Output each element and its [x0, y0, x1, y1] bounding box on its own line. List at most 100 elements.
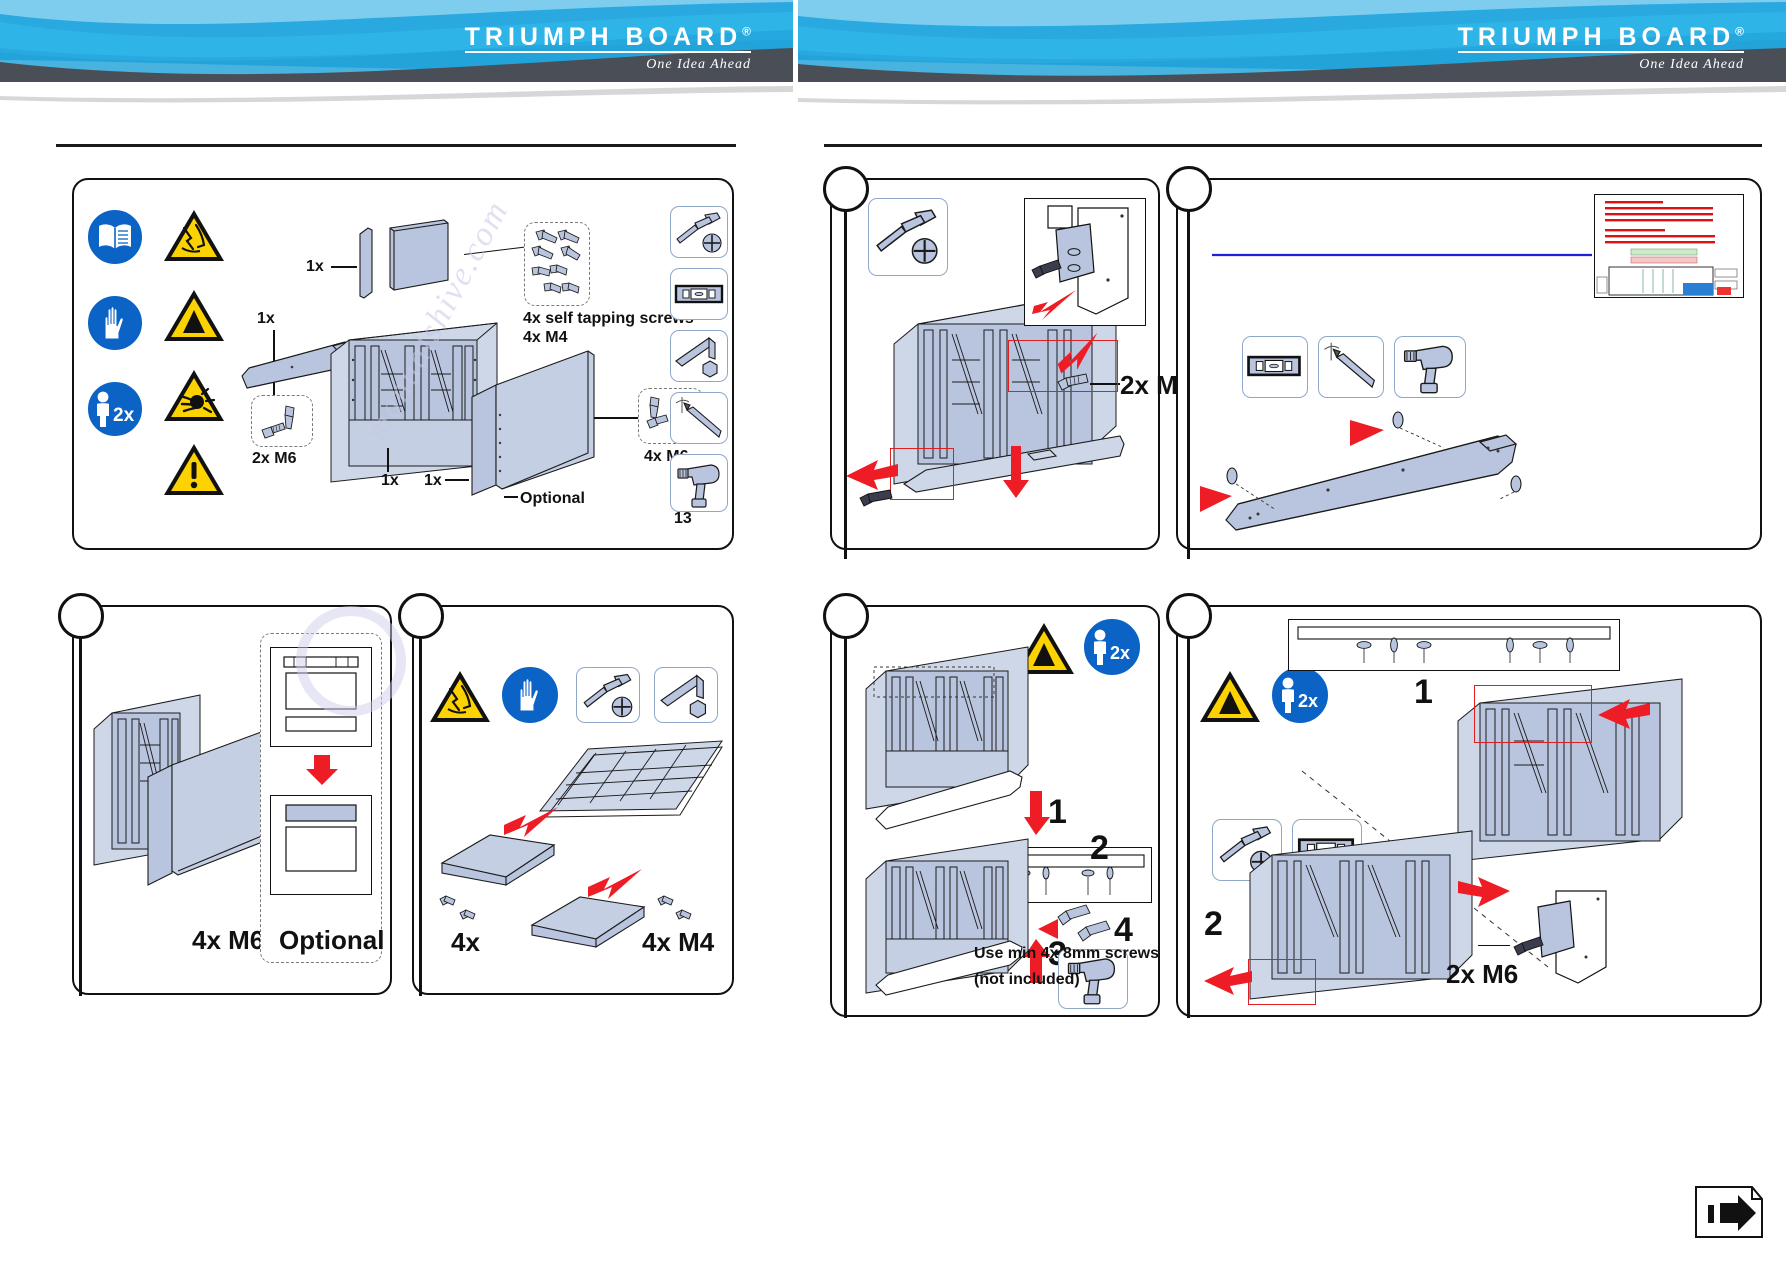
screw-bottom-left [859, 489, 893, 507]
pinch-point-warning-icon [162, 368, 226, 429]
warning-triangle-glyph [164, 370, 224, 421]
frame-flat-drawing [538, 740, 723, 818]
leader-m6 [594, 417, 640, 419]
leader-optional [504, 496, 518, 498]
phillips-screwdriver-icon [676, 212, 722, 253]
step-bubble-2 [1166, 166, 1212, 212]
blue-divider-line [1212, 253, 1592, 257]
step-stem-3 [844, 636, 847, 1018]
assembly-arrow-red-upper [504, 807, 558, 837]
self-tapping-screws-drawing [531, 229, 581, 294]
watermark-circle [296, 606, 406, 716]
step-bubble-3 [823, 593, 869, 639]
highlight-box-step4-bottom [1248, 959, 1316, 1005]
brand-logo-right: TRIUMPH BOARD® One Idea Ahead [1457, 24, 1744, 73]
part-qty-rail: 1x [257, 310, 275, 327]
leader-step4-m6 [1478, 945, 1510, 947]
label-4x-left: 4x [451, 927, 480, 957]
part-qty-side-panels: 1x [306, 258, 324, 275]
panel-step-3: 2x 1 2 3 4 Use min 4x 8mm screws (not in… [830, 605, 1160, 1017]
registered-mark: ® [1735, 24, 1744, 39]
step-bubble-1 [823, 166, 869, 212]
leader-self-tapping [463, 246, 526, 256]
tool-box-drill [1394, 336, 1466, 398]
header-banner-right: TRIUMPH BOARD® One Idea Ahead [798, 0, 1786, 105]
cordless-drill-icon [1403, 345, 1453, 394]
panel-side-panels: 4x 4x M4 [412, 605, 734, 995]
panel-parts-list: 2x 1x 2x M6 1x 4x self tapping screws 4x… [72, 178, 734, 550]
person-glyph: 2x [1094, 629, 1130, 665]
part-qty-lift-frame: 1x [381, 472, 399, 489]
leader-back-cover [445, 479, 469, 481]
wear-gloves-icon [502, 667, 558, 723]
step-bubble-optional-cover [58, 593, 104, 639]
cordless-drill-icon [677, 464, 720, 508]
allen-key-icon [675, 336, 718, 378]
brand-logo-left: TRIUMPH BOARD® One Idea Ahead [464, 24, 751, 73]
note-screws-line2: (not included) [974, 971, 1080, 988]
part-qty-self-tapping: 4x self tapping screws [523, 310, 694, 327]
two-persons-icon: 2x [1084, 619, 1140, 675]
step-stem-optional-cover [79, 636, 82, 996]
optional-down-arrow [306, 755, 338, 785]
phillips-screwdriver-icon [583, 673, 633, 718]
tool-box-drill [670, 454, 728, 512]
read-manual-icon [88, 210, 142, 264]
tool-box-screwdriver [670, 206, 728, 258]
assembly-arrow-down [1003, 446, 1029, 498]
heavy-load-warning-icon [162, 288, 226, 349]
warning-triangle-glyph [164, 210, 224, 261]
next-page-arrow-icon[interactable] [1694, 1183, 1764, 1241]
panel-step-1: 2x M6 [830, 178, 1192, 550]
marker-1: 1 [1048, 793, 1067, 831]
step-stem-2 [1187, 209, 1190, 559]
tool-box-spirit-level [670, 268, 728, 320]
marker-2: 2 [1204, 905, 1223, 943]
leader-side-panels [331, 266, 357, 268]
header-divider-left [56, 144, 736, 147]
assembly-arrow-left-bottom [1204, 967, 1252, 995]
step-stem-side-panels [419, 636, 422, 996]
bracket-detail-drawing [1031, 205, 1129, 320]
step-stem-4 [1187, 636, 1190, 1018]
header-banner-left: TRIUMPH BOARD® One Idea Ahead [0, 0, 793, 105]
step-bubble-side-panels [398, 593, 444, 639]
optional-bottom-drawing [285, 804, 357, 872]
leader-lift-frame [387, 448, 389, 472]
spirit-level-icon [674, 284, 724, 304]
tool-box-screwdriver [576, 667, 640, 723]
warning-triangle-glyph [430, 671, 490, 722]
reference-doc-thumbnail [1594, 194, 1744, 298]
wear-gloves-icon [88, 296, 142, 350]
panel-step-4: 2x 1 2 2x M6 [1176, 605, 1762, 1017]
bracket-screws-drawing [261, 405, 295, 439]
tool-box-pencil [1318, 336, 1384, 398]
frame-lower-onto-rail-drawing [865, 646, 1029, 830]
assembly-arrow-right-mid [1458, 877, 1510, 907]
page-spread-gap [793, 0, 798, 1263]
gloves-glyph [519, 678, 539, 712]
highlight-box-right [1008, 340, 1118, 392]
marker-1: 1 [1414, 673, 1433, 711]
tool-box-pencil [670, 392, 728, 444]
two-persons-icon: 2x [1272, 667, 1328, 723]
rail-top-detail-drawing [1297, 626, 1611, 663]
two-persons-qty: 2x [1298, 691, 1318, 711]
step-bubble-4 [1166, 593, 1212, 639]
registered-mark: ® [742, 24, 751, 39]
label-optional: Optional [279, 925, 385, 955]
assembly-arrow-left-step4 [1598, 699, 1650, 729]
back-cover-panel-drawing [471, 350, 595, 496]
crush-hand-warning-icon [428, 669, 492, 730]
note-screws-line1: Use min 4x 8mm screws [974, 945, 1159, 962]
tool-box-spirit-level [1242, 336, 1308, 398]
part-label-optional: Optional [520, 490, 585, 507]
part-qty-bracket-screws: 2x M6 [252, 450, 297, 467]
allen-key-icon [660, 674, 707, 719]
page-right: TRIUMPH BOARD® One Idea Ahead 2x M6 2x 1… [798, 0, 1786, 1263]
side-cover-panels-drawing [359, 219, 449, 299]
wall-screws-drawing [1038, 904, 1111, 942]
label-2x-m6-step4: 2x M6 [1446, 959, 1519, 989]
heavy-load-warning-icon [1198, 669, 1262, 730]
general-warning-icon [162, 442, 226, 503]
